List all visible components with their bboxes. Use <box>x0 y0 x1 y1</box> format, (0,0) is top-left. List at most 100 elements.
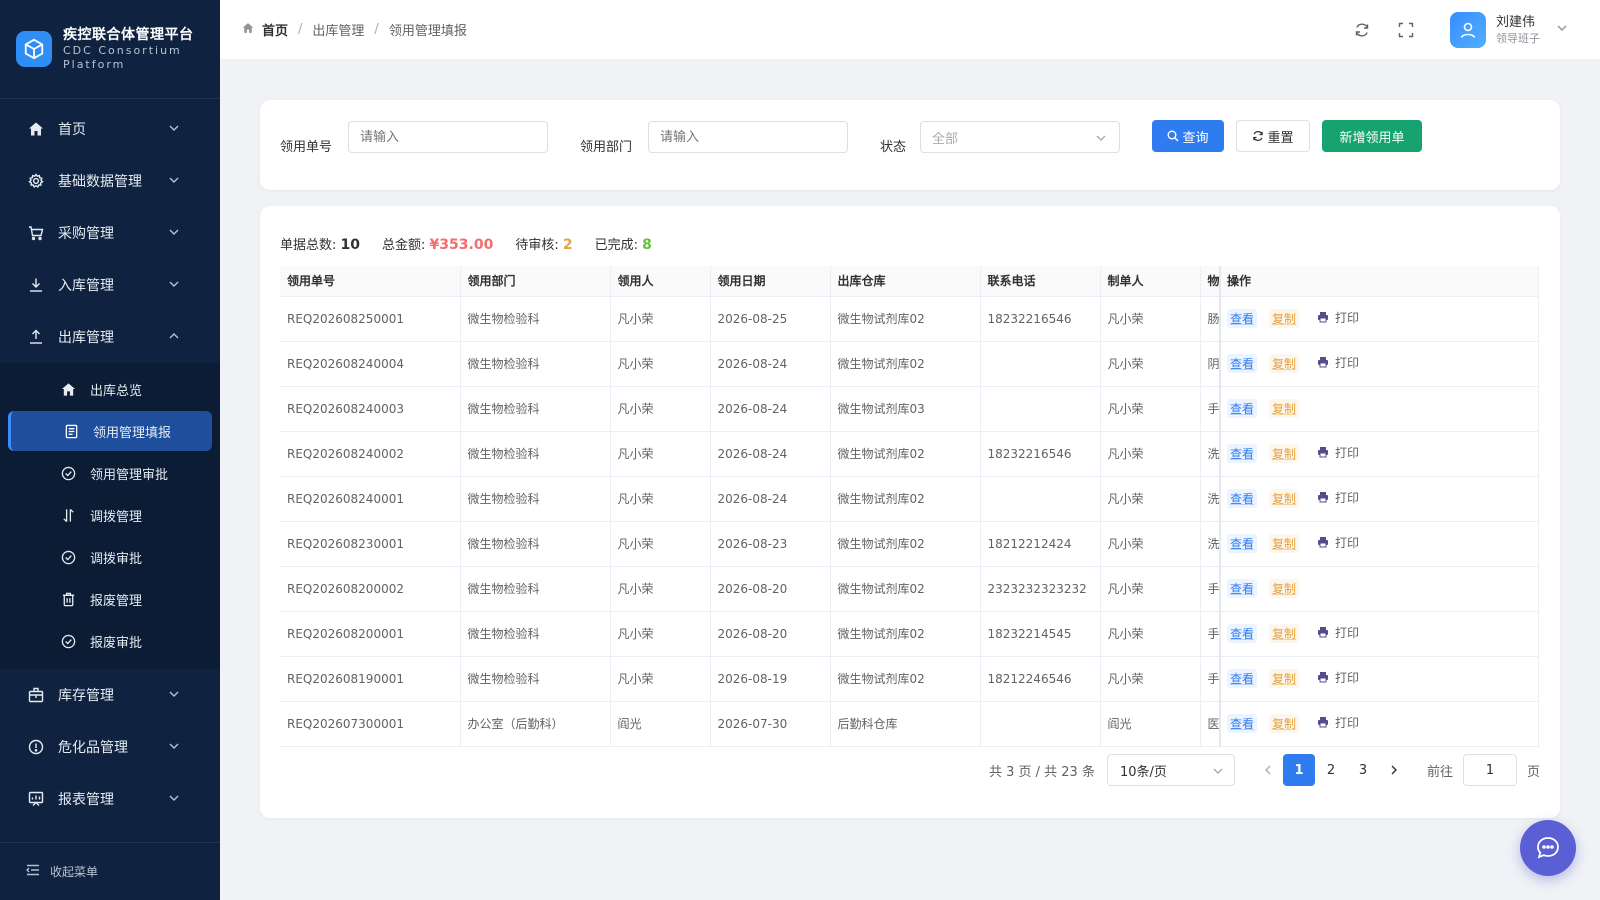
chat-button[interactable] <box>1520 820 1576 876</box>
sidebar-item-requisition-approve[interactable]: 领用管理审批 <box>8 453 212 493</box>
chevron-down-icon <box>169 691 179 697</box>
cell-warehouse: 微生物试剂库02 <box>830 656 981 702</box>
view-link[interactable]: 查看 <box>1227 489 1258 509</box>
sidebar-item-home[interactable]: 首页 <box>0 103 220 155</box>
dept-input[interactable] <box>648 121 848 153</box>
status-select[interactable]: 全部 <box>920 121 1120 153</box>
chevron-down-icon <box>169 281 179 287</box>
copy-link[interactable]: 复制 <box>1269 624 1300 644</box>
page-1-button[interactable]: 1 <box>1282 754 1315 786</box>
printer-icon <box>1317 536 1329 548</box>
view-link[interactable]: 查看 <box>1227 309 1258 329</box>
user-role: 领导班子 <box>1496 31 1540 45</box>
query-button-label: 查询 <box>1182 130 1209 146</box>
col-phone[interactable]: 联系电话 <box>980 266 1101 297</box>
sidebar-item-basic-data[interactable]: 基础数据管理 <box>0 155 220 207</box>
col-order-no[interactable]: 领用单号 <box>280 266 461 297</box>
view-link[interactable]: 查看 <box>1227 669 1258 689</box>
sidebar-item-inbound[interactable]: 入库管理 <box>0 259 220 311</box>
stat-pending-value: 2 <box>562 237 573 253</box>
order-no-label: 领用单号 <box>280 140 333 155</box>
avatar[interactable] <box>1450 11 1486 48</box>
cell-date: 2026-08-20 <box>710 566 831 612</box>
sidebar-item-outbound-overview[interactable]: 出库总览 <box>8 369 212 409</box>
sidebar-item-scrap[interactable]: 报废管理 <box>8 579 212 619</box>
collapse-menu-button[interactable]: 收起菜单 <box>0 842 220 900</box>
dept-label: 领用部门 <box>580 140 633 155</box>
view-link[interactable]: 查看 <box>1227 534 1258 554</box>
print-link[interactable]: 打印 <box>1317 534 1359 551</box>
copy-link[interactable]: 复制 <box>1269 309 1300 329</box>
next-page-button[interactable] <box>1379 755 1409 785</box>
col-dept[interactable]: 领用部门 <box>460 266 611 297</box>
sidebar-item-requisition-fill[interactable]: 领用管理填报 <box>8 411 212 451</box>
cell-item: 手 <box>1200 611 1221 657</box>
cell-maker: 阎光 <box>1100 701 1201 747</box>
cell-person: 凡小荣 <box>610 476 711 522</box>
refresh-icon[interactable] <box>1352 20 1372 40</box>
filter-panel: 领用单号 领用部门 状态 全部 查询 重置 新增领用单 <box>260 100 1560 190</box>
page-3-button[interactable]: 3 <box>1347 754 1379 786</box>
sidebar-item-outbound[interactable]: 出库管理 <box>0 311 220 363</box>
print-link[interactable]: 打印 <box>1317 309 1359 326</box>
sidebar-item-purchase[interactable]: 采购管理 <box>0 207 220 259</box>
sidebar-item-hazmat[interactable]: 危化品管理 <box>0 721 220 773</box>
sidebar-item-transfer-approve[interactable]: 调拨审批 <box>8 537 212 577</box>
stat-total-value: 10 <box>340 237 361 253</box>
cell-actions: 查看 复制 打印 <box>1219 521 1539 567</box>
sidebar-item-transfer[interactable]: 调拨管理 <box>8 495 212 535</box>
cart-icon <box>28 225 44 241</box>
copy-link[interactable]: 复制 <box>1269 714 1300 734</box>
view-link[interactable]: 查看 <box>1227 399 1258 418</box>
copy-link[interactable]: 复制 <box>1269 669 1300 689</box>
page-size-select[interactable]: 10条/页 <box>1106 754 1235 786</box>
order-no-input[interactable] <box>348 121 548 153</box>
new-requisition-button[interactable]: 新增领用单 <box>1322 120 1422 152</box>
query-button[interactable]: 查询 <box>1152 120 1224 152</box>
print-link[interactable]: 打印 <box>1317 354 1359 371</box>
col-item[interactable]: 物 <box>1200 266 1221 297</box>
sidebar-item-inventory[interactable]: 库存管理 <box>0 669 220 721</box>
print-link[interactable]: 打印 <box>1317 714 1359 731</box>
copy-link[interactable]: 复制 <box>1269 354 1300 374</box>
col-maker[interactable]: 制单人 <box>1100 266 1201 297</box>
copy-link[interactable]: 复制 <box>1269 534 1300 554</box>
view-link[interactable]: 查看 <box>1227 579 1258 598</box>
chevron-down-icon[interactable] <box>1556 22 1568 38</box>
view-link[interactable]: 查看 <box>1227 354 1258 374</box>
prev-page-button[interactable] <box>1253 755 1283 785</box>
view-link[interactable]: 查看 <box>1227 624 1258 644</box>
fullscreen-icon[interactable] <box>1396 20 1416 40</box>
user-info[interactable]: 刘建伟 领导班子 <box>1496 14 1540 46</box>
sidebar-item-reports[interactable]: 报表管理 <box>0 773 220 825</box>
cell-maker: 凡小荣 <box>1100 431 1201 477</box>
copy-link[interactable]: 复制 <box>1269 579 1300 598</box>
breadcrumb-home[interactable]: 首页 <box>262 20 288 39</box>
copy-link[interactable]: 复制 <box>1269 489 1300 509</box>
breadcrumb-outbound[interactable]: 出库管理 <box>312 20 364 39</box>
copy-link[interactable]: 复制 <box>1269 399 1300 418</box>
chevron-left-icon <box>1264 765 1271 775</box>
requisition-table: 领用单号 领用部门 领用人 领用日期 出库仓库 联系电话 制单人 物 操作 RE… <box>280 266 1539 747</box>
print-link[interactable]: 打印 <box>1317 444 1359 461</box>
view-link[interactable]: 查看 <box>1227 444 1258 464</box>
cell-person: 凡小荣 <box>610 566 711 612</box>
col-warehouse[interactable]: 出库仓库 <box>830 266 981 297</box>
home-icon <box>60 381 76 397</box>
table-row: REQ202607300001 办公室（后勤科） 阎光 2026-07-30 后勤科仓库… <box>280 701 1539 747</box>
goto-page-input[interactable] <box>1462 754 1517 786</box>
cell-maker: 凡小荣 <box>1100 521 1201 567</box>
reset-button[interactable]: 重置 <box>1236 120 1310 152</box>
print-link[interactable]: 打印 <box>1317 624 1359 641</box>
print-link[interactable]: 打印 <box>1317 489 1359 506</box>
page-size-value: 10条/页 <box>1119 764 1167 780</box>
page-2-button[interactable]: 2 <box>1315 754 1347 786</box>
stat-done-label: 已完成: <box>594 238 638 253</box>
sidebar-item-scrap-approve[interactable]: 报废审批 <box>8 621 212 661</box>
view-link[interactable]: 查看 <box>1227 714 1258 734</box>
col-person[interactable]: 领用人 <box>610 266 711 297</box>
print-link[interactable]: 打印 <box>1317 669 1359 686</box>
copy-link[interactable]: 复制 <box>1269 444 1300 464</box>
print-label: 打印 <box>1335 310 1360 325</box>
col-date[interactable]: 领用日期 <box>710 266 831 297</box>
